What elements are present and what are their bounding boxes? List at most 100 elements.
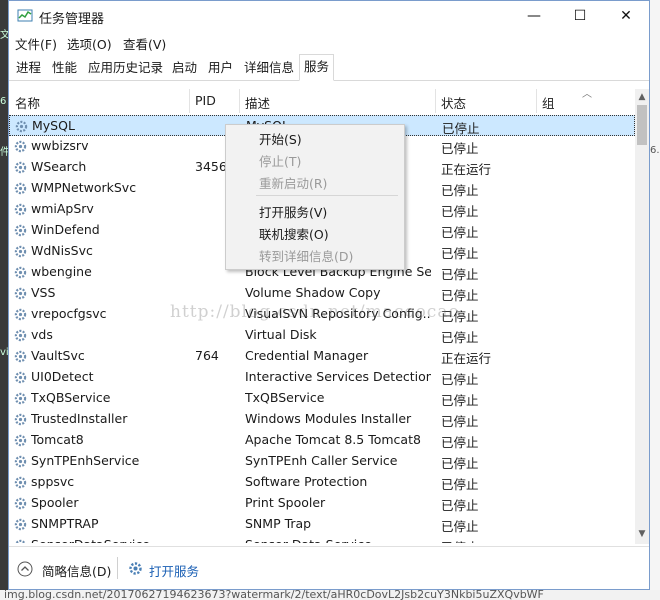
chevron-up-circle-icon[interactable] <box>17 561 33 577</box>
service-status: 已停止 <box>441 519 479 534</box>
column-status[interactable]: 状态 <box>441 93 466 112</box>
tab-performance[interactable]: 性能 <box>48 57 81 79</box>
column-divider[interactable] <box>189 89 190 113</box>
service-row[interactable]: UI0Detect Interactive Services Detection 已… <box>9 367 635 388</box>
vertical-scrollbar[interactable]: ▲ ▼ <box>635 89 649 544</box>
service-status: 正在运行 <box>441 351 492 366</box>
tab-app-history[interactable]: 应用历史记录 <box>84 57 167 79</box>
service-description: Volume Shadow Copy <box>245 285 381 300</box>
service-gear-icon <box>14 392 27 405</box>
service-name: UI0Detect <box>31 369 94 384</box>
service-gear-icon <box>15 120 28 133</box>
service-gear-icon <box>14 371 27 384</box>
title-bar[interactable]: 任务管理器 — ☐ ✕ <box>9 1 649 31</box>
service-row[interactable]: VaultSvc 764 Credential Manager 正在运行 <box>9 346 635 367</box>
service-row[interactable]: SNMPTRAP SNMP Trap 已停止 <box>9 514 635 535</box>
service-row[interactable]: sppsvc Software Protection 已停止 <box>9 472 635 493</box>
scroll-down-icon[interactable]: ▼ <box>635 529 649 543</box>
service-gear-icon <box>15 539 26 543</box>
service-name: TxQBService <box>31 390 111 405</box>
service-name: TrustedInstaller <box>31 411 128 426</box>
service-name: WdNisSvc <box>31 243 93 258</box>
column-divider[interactable] <box>435 89 436 113</box>
context-menu: 开始(S) 停止(T) 重新启动(R) 打开服务(V) 联机搜索(O) 转到详细信息(D) <box>225 124 405 270</box>
service-name: WSearch <box>31 159 87 174</box>
column-header: 名称 PID 描述 状态 组 ︿ <box>9 89 635 113</box>
service-row[interactable]: vds Virtual Disk 已停止 <box>9 325 635 346</box>
menu-options[interactable]: 选项(O) <box>67 34 112 53</box>
bg-fragment: 6 <box>0 96 7 107</box>
column-description[interactable]: 描述 <box>245 93 270 112</box>
service-row[interactable]: SensorDataService Sensor Data Service 已停止 <box>9 535 635 543</box>
status-divider <box>117 557 118 579</box>
service-name: SensorDataService <box>31 537 181 543</box>
service-gear-icon <box>14 413 27 426</box>
tab-details[interactable]: 详细信息 <box>240 57 298 79</box>
tab-services[interactable]: 服务 <box>299 54 335 81</box>
service-name: VaultSvc <box>31 348 85 363</box>
service-description: Virtual Disk <box>245 327 317 342</box>
tab-processes[interactable]: 进程 <box>12 57 45 79</box>
ctx-start[interactable]: 开始(S) <box>259 129 302 148</box>
service-gear-icon <box>14 245 27 258</box>
background-url: img.blog.csdn.net/20170627194623673?wate… <box>4 590 544 600</box>
task-manager-window: 任务管理器 — ☐ ✕ 文件(F) 选项(O) 查看(V) 进程 性能 应用历史… <box>8 0 650 590</box>
close-icon: ✕ <box>620 8 632 24</box>
tab-users[interactable]: 用户 <box>204 57 237 79</box>
column-pid[interactable]: PID <box>195 93 216 108</box>
column-group[interactable]: 组 <box>542 93 555 112</box>
service-row[interactable]: TrustedInstaller Windows Modules Installe… <box>9 409 635 430</box>
column-divider[interactable] <box>536 89 537 113</box>
service-description: Credential Manager <box>245 348 369 363</box>
fewer-details-link[interactable]: 简略信息(D) <box>42 561 111 580</box>
minimize-icon: — <box>527 8 541 24</box>
bg-fragment: 文 <box>0 30 8 41</box>
ctx-go-to-details[interactable]: 转到详细信息(D) <box>259 246 353 265</box>
maximize-button[interactable]: ☐ <box>557 1 603 31</box>
service-status: 已停止 <box>441 414 479 429</box>
service-name: Spooler <box>31 495 79 510</box>
service-row[interactable]: VSS Volume Shadow Copy 已停止 <box>9 283 635 304</box>
service-row[interactable]: Spooler Print Spooler 已停止 <box>9 493 635 514</box>
ctx-restart[interactable]: 重新启动(R) <box>259 173 327 192</box>
scrollbar-thumb[interactable] <box>637 105 647 145</box>
minimize-button[interactable]: — <box>511 1 557 31</box>
service-gear-icon <box>14 434 27 447</box>
service-status: 正在运行 <box>441 162 492 177</box>
service-row[interactable]: SynTPEnhService SynTPEnh Caller Service 已停… <box>9 451 635 472</box>
scroll-up-icon[interactable]: ▲ <box>635 92 649 106</box>
watermark-text: http://blog.csdn.net/macoocao <box>170 302 460 322</box>
service-name: WMPNetworkSvc <box>31 180 137 195</box>
ctx-stop[interactable]: 停止(T) <box>259 151 301 170</box>
service-gear-icon <box>14 455 27 468</box>
menu-view[interactable]: 查看(V) <box>123 34 166 53</box>
service-row[interactable]: TxQBService TxQBService 已停止 <box>9 388 635 409</box>
service-gear-icon <box>14 140 27 153</box>
service-status: 已停止 <box>441 477 479 492</box>
service-status: 已停止 <box>441 246 479 261</box>
window-title: 任务管理器 <box>39 12 105 27</box>
service-description: Windows Modules Installer <box>245 411 412 426</box>
service-row[interactable]: Tomcat8 Apache Tomcat 8.5 Tomcat8 已停止 <box>9 430 635 451</box>
service-name: sppsvc <box>31 474 75 489</box>
service-status: 已停止 <box>441 456 479 471</box>
maximize-icon: ☐ <box>573 8 587 24</box>
tab-strip: 进程 性能 应用历史记录 启动 用户 详细信息 服务 <box>9 53 649 81</box>
service-gear-icon <box>14 518 27 531</box>
bg-fragment: 6. <box>650 145 660 156</box>
service-gear-icon <box>14 497 27 510</box>
background-terminal: 文 6 件 vi <box>0 0 8 600</box>
tab-startup[interactable]: 启动 <box>168 57 201 79</box>
service-gear-icon <box>14 308 27 321</box>
service-name: MySQL <box>32 118 75 133</box>
service-name: WinDefend <box>31 222 100 237</box>
service-status: 已停止 <box>441 141 479 156</box>
column-divider[interactable] <box>239 89 240 113</box>
open-services-link[interactable]: 打开服务 <box>149 561 199 580</box>
close-button[interactable]: ✕ <box>603 1 649 31</box>
service-name: wbengine <box>31 264 92 279</box>
ctx-search-online[interactable]: 联机搜索(O) <box>259 224 329 243</box>
column-name[interactable]: 名称 <box>15 93 40 112</box>
menu-file[interactable]: 文件(F) <box>15 34 57 53</box>
ctx-open-services[interactable]: 打开服务(V) <box>259 202 327 221</box>
